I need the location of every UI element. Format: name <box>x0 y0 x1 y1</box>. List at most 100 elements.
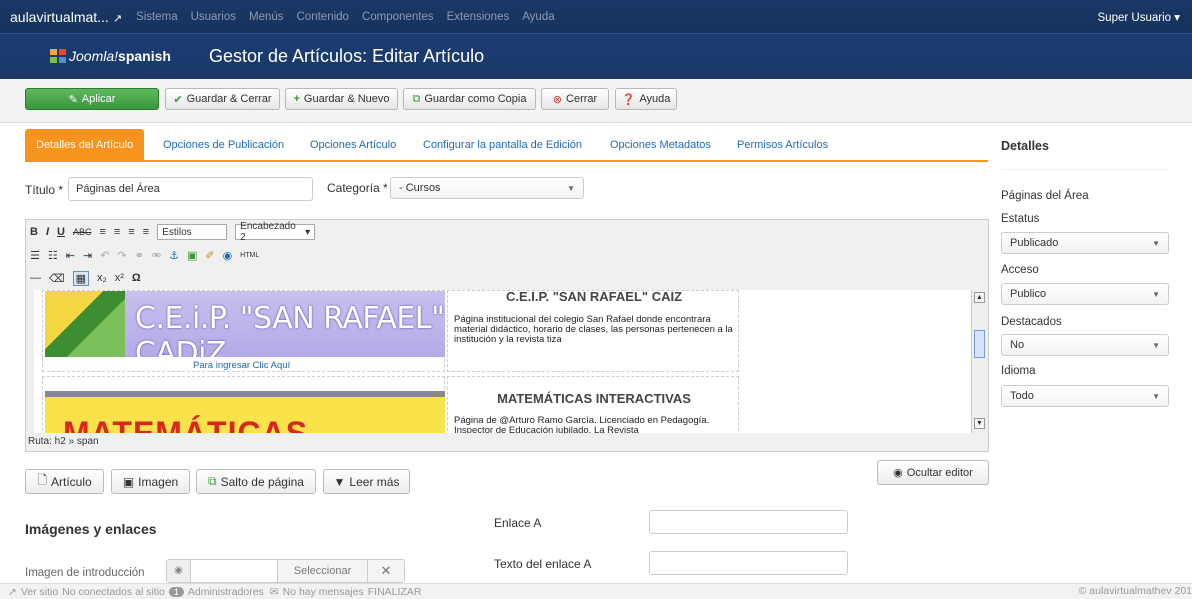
finalize-link[interactable]: FINALIZAR <box>368 586 422 598</box>
html-icon[interactable]: HTML <box>240 252 259 259</box>
image-button[interactable]: ▣ Imagen <box>111 469 190 494</box>
chevron-down-icon: ▼ <box>1152 392 1160 401</box>
tab-permissions[interactable]: Permisos Artículos <box>737 129 828 160</box>
page-title: Gestor de Artículos: Editar Artículo <box>209 46 485 66</box>
intro-image-label: Imagen de introducción <box>25 567 145 579</box>
save-new-label: Guardar & Nuevo <box>303 93 390 105</box>
special-char-icon[interactable]: Ω <box>132 272 141 284</box>
content-cell: MATEMÁTICAS INTERACTIVAS <box>42 376 445 433</box>
menu-usuarios[interactable]: Usuarios <box>191 11 236 23</box>
clear-icon[interactable]: ✕ <box>367 560 404 582</box>
tab-article-details[interactable]: Detalles del Artículo <box>25 129 145 160</box>
align-left-icon[interactable]: ≡ <box>99 226 105 238</box>
enter-link[interactable]: Para ingresar Clic Aquí <box>193 360 290 371</box>
envelope-icon: ✉ <box>269 585 279 598</box>
menu-menus[interactable]: Menús <box>249 11 284 23</box>
toolbar: ✎ Aplicar ✔ Guardar & Cerrar + Guardar & Nu… <box>0 79 1192 123</box>
link-a-label: Enlace A <box>494 516 542 530</box>
undo-icon[interactable]: ↶ <box>100 249 109 262</box>
underline-icon[interactable]: U <box>57 226 65 238</box>
status-select[interactable]: Publicado ▼ <box>1001 232 1169 254</box>
select-image-button[interactable]: Seleccionar <box>277 560 367 582</box>
align-center-icon[interactable]: ≡ <box>114 226 120 238</box>
editor-content[interactable]: C.E.i.P. "SAN RAFAEL" CADiZ Para ingresa… <box>34 290 971 433</box>
indent-icon[interactable]: ⇥ <box>83 249 92 262</box>
cleanup-icon[interactable]: ✐ <box>205 249 214 262</box>
tab-publishing[interactable]: Opciones de Publicación <box>163 129 284 160</box>
article-button[interactable]: 🗋 Artículo <box>25 469 104 494</box>
joomla-icon <box>50 49 66 63</box>
menu-componentes[interactable]: Componentes <box>362 11 434 23</box>
pagebreak-button[interactable]: ⧉ Salto de página <box>196 469 316 494</box>
unlink-icon[interactable]: ⚮ <box>152 249 161 262</box>
menu-sistema[interactable]: Sistema <box>136 11 178 23</box>
numbered-list-icon[interactable]: ☷ <box>48 249 58 262</box>
horizontal-rule-icon[interactable]: — <box>30 272 41 284</box>
editor-scrollbar[interactable]: ▲ ▼ <box>971 290 987 433</box>
content-cell: C.E.I.P. "SAN RAFAEL" CAIZ Página instit… <box>447 290 739 372</box>
messages-status: No hay mensajes <box>282 585 364 598</box>
outdent-icon[interactable]: ⇤ <box>66 249 75 262</box>
images-links-heading: Imágenes y enlaces <box>25 521 157 537</box>
strikethrough-icon[interactable]: ABC <box>73 227 92 237</box>
save-new-button[interactable]: + Guardar & Nuevo <box>285 88 398 110</box>
visual-aid-icon[interactable]: ▦ <box>72 270 89 286</box>
link-a-text-input[interactable] <box>649 551 848 575</box>
tab-metadata[interactable]: Opciones Metadatos <box>610 129 711 160</box>
admins-badge: 1 <box>168 586 184 597</box>
status-footer: ↗ Ver sitio No conectados al sitio 1 Adm… <box>0 583 1192 599</box>
tab-bar: Detalles del Artículo Opciones de Public… <box>25 129 988 162</box>
bold-icon[interactable]: B <box>30 226 38 238</box>
eye-icon[interactable]: ◉ <box>167 560 191 582</box>
editor-toolbar-row-1: B I U ABC ≡ ≡ ≡ ≡ Estilos Encabezado 2 ▾ <box>30 221 323 243</box>
toggle-editor-label: Ocultar editor <box>906 466 973 479</box>
image-icon[interactable]: ▣ <box>187 249 197 262</box>
language-select[interactable]: Todo ▼ <box>1001 385 1169 407</box>
bullet-list-icon[interactable]: ☰ <box>30 249 40 262</box>
copy-icon: ⧉ <box>208 474 217 488</box>
link-icon[interactable]: ⚭ <box>135 249 144 262</box>
toggle-editor-button[interactable]: ◉ Ocultar editor <box>877 460 989 485</box>
subscript-icon[interactable]: x₂ <box>97 272 107 284</box>
readmore-button[interactable]: ▼ Leer más <box>323 469 410 494</box>
cancel-icon: ⊗ <box>552 93 563 106</box>
apply-button[interactable]: ✎ Aplicar <box>25 88 159 110</box>
align-right-icon[interactable]: ≡ <box>128 226 134 238</box>
featured-select[interactable]: No ▼ <box>1001 334 1169 356</box>
category-label: Categoría * <box>327 181 388 195</box>
link-a-input[interactable] <box>649 510 848 534</box>
menu-extensiones[interactable]: Extensiones <box>447 11 510 23</box>
scroll-thumb[interactable] <box>974 330 985 358</box>
title-label: Título * <box>25 183 64 197</box>
save-close-button[interactable]: ✔ Guardar & Cerrar <box>165 88 280 110</box>
scroll-down-icon[interactable]: ▼ <box>974 418 985 429</box>
superscript-icon[interactable]: x² <box>115 272 124 284</box>
view-site-link[interactable]: Ver sitio <box>21 586 58 598</box>
save-copy-button[interactable]: ⧉ Guardar como Copia <box>403 88 536 110</box>
help-button[interactable]: ❓ Ayuda <box>615 88 677 110</box>
heading-select[interactable]: Encabezado 2 ▾ <box>235 221 316 243</box>
menu-contenido[interactable]: Contenido <box>297 11 349 23</box>
redo-icon[interactable]: ↷ <box>117 249 126 262</box>
user-menu[interactable]: Super Usuario ▾ <box>1098 10 1180 24</box>
italic-icon[interactable]: I <box>46 226 49 238</box>
align-justify-icon[interactable]: ≡ <box>143 226 149 238</box>
styles-select[interactable]: Estilos <box>157 224 228 240</box>
title-input[interactable]: Páginas del Área <box>68 177 313 201</box>
content-cell: C.E.i.P. "SAN RAFAEL" CADiZ Para ingresa… <box>42 290 445 372</box>
tab-edit-screen[interactable]: Configurar la pantalla de Edición <box>423 129 582 160</box>
help-icon[interactable]: ◉ <box>223 249 233 262</box>
apply-label: Aplicar <box>81 93 116 105</box>
tab-article-options[interactable]: Opciones Artículo <box>310 129 396 160</box>
scroll-up-icon[interactable]: ▲ <box>974 292 985 303</box>
anchor-icon[interactable]: ⚓ <box>169 249 179 262</box>
access-select[interactable]: Publico ▼ <box>1001 283 1169 305</box>
eraser-icon[interactable]: ⌫ <box>49 272 65 285</box>
editor-toolbar-row-2: ☰ ☷ ⇤ ⇥ ↶ ↷ ⚭ ⚮ ⚓ ▣ ✐ ◉ HTML <box>30 245 267 265</box>
close-button[interactable]: ⊗ Cerrar <box>541 88 609 110</box>
image-label: Imagen <box>138 474 179 489</box>
menu-ayuda[interactable]: Ayuda <box>522 11 554 23</box>
site-link[interactable]: aulavirtualmat... ↗ <box>10 9 122 25</box>
category-select[interactable]: - Cursos ▼ <box>390 177 584 199</box>
plus-icon: + <box>293 93 300 105</box>
